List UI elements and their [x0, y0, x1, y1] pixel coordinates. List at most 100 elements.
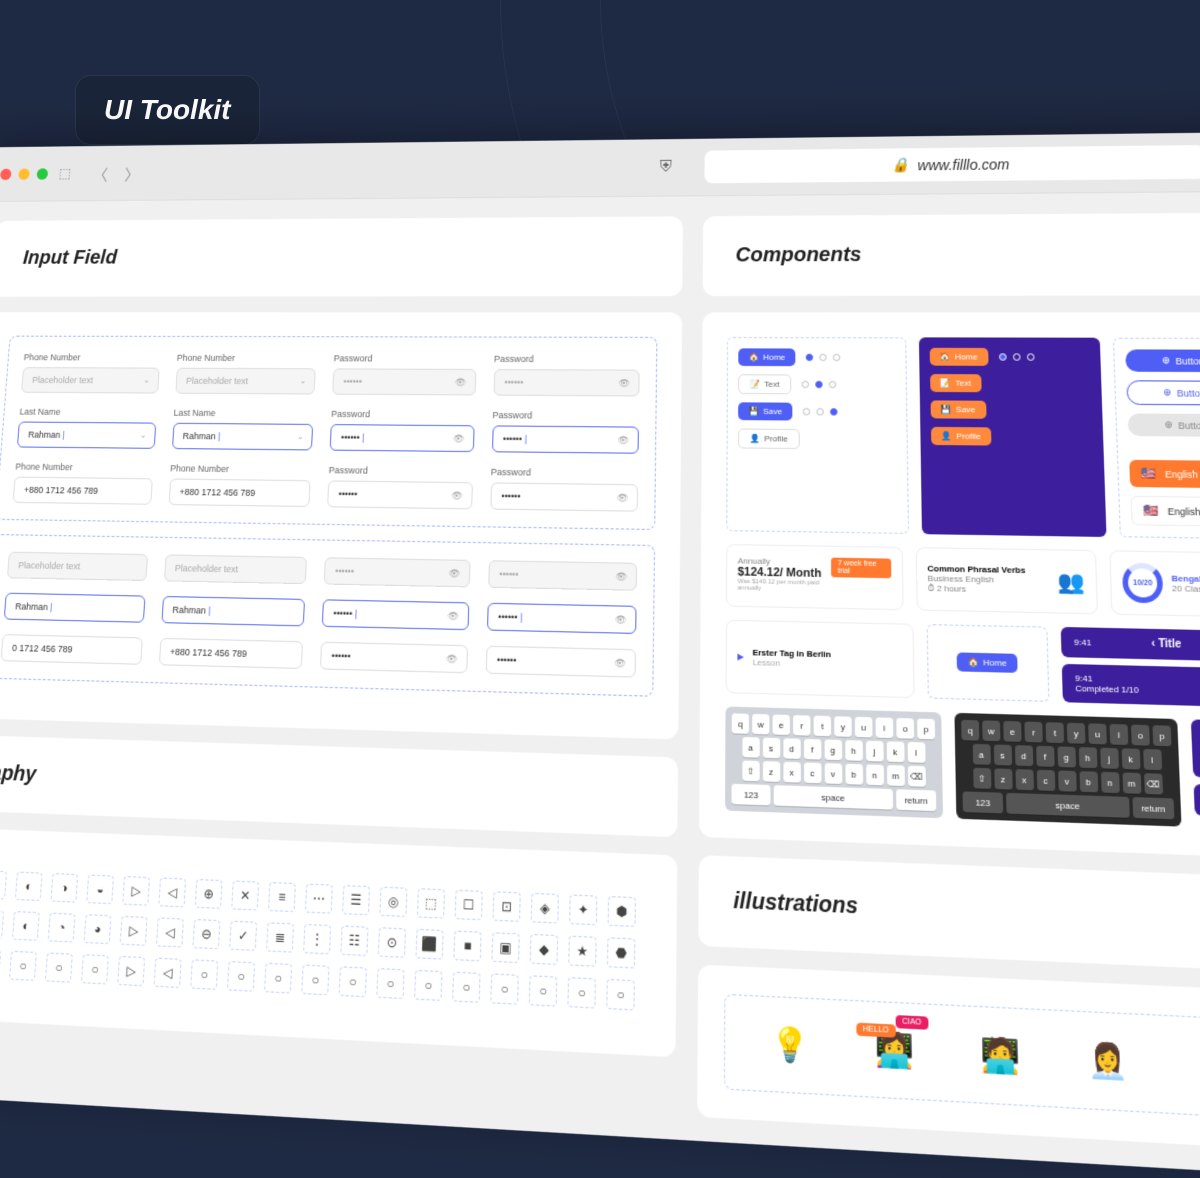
- keyboard-key[interactable]: d: [1014, 745, 1032, 766]
- home-chip[interactable]: 🏠 Home: [738, 348, 795, 366]
- keyboard-key[interactable]: v: [824, 763, 842, 784]
- text-input[interactable]: ••••••👁: [320, 642, 468, 674]
- keyboard-key[interactable]: n: [1100, 772, 1119, 793]
- event-card[interactable]: ▶ Erster Tag in Berlin Lesson: [726, 620, 915, 699]
- text-input[interactable]: Placeholder text: [7, 552, 148, 581]
- outline-button[interactable]: ⊕ Button: [1127, 380, 1200, 405]
- text-input[interactable]: ••••••👁: [332, 368, 476, 395]
- text-input[interactable]: ••••••👁: [493, 369, 640, 396]
- keyboard-key[interactable]: z: [994, 768, 1012, 789]
- keyboard-key[interactable]: f: [1036, 746, 1054, 767]
- keyboard-key[interactable]: b: [1079, 771, 1098, 792]
- eye-icon[interactable]: 👁: [449, 568, 461, 580]
- text-input[interactable]: •••••• |👁: [330, 424, 475, 452]
- keyboard-key[interactable]: b: [845, 764, 863, 785]
- keyboard-key[interactable]: c: [1036, 770, 1055, 791]
- keyboard-key[interactable]: c: [804, 762, 821, 783]
- text-input[interactable]: •••••• |👁: [486, 603, 636, 634]
- keyboard-key[interactable]: j: [1100, 748, 1119, 769]
- keyboard-key[interactable]: ⇧: [973, 768, 991, 789]
- keyboard-key[interactable]: t: [1046, 722, 1064, 743]
- keyboard-key[interactable]: y: [834, 716, 852, 737]
- text-input[interactable]: Rahman |: [4, 593, 145, 623]
- back-icon[interactable]: 〈: [92, 161, 108, 184]
- eye-icon[interactable]: 👁: [451, 490, 463, 502]
- text-input[interactable]: +880 1712 456 789: [168, 478, 310, 507]
- keyboard-key[interactable]: q: [732, 713, 749, 734]
- chevron-down-icon[interactable]: ⌄: [297, 432, 304, 441]
- text-input[interactable]: ••••••👁: [327, 480, 472, 509]
- text-input[interactable]: Placeholder text⌄: [21, 367, 159, 393]
- profile-chip-dark[interactable]: 👤 Profile: [931, 427, 992, 446]
- keyboard-key[interactable]: m: [886, 765, 904, 786]
- eye-icon[interactable]: 👁: [453, 433, 465, 444]
- keyboard-key[interactable]: e: [1003, 721, 1021, 742]
- eye-icon[interactable]: 👁: [447, 610, 459, 622]
- minimize-dot[interactable]: [18, 168, 30, 179]
- keyboard-key[interactable]: r: [1024, 722, 1042, 743]
- text-input[interactable]: +880 1712 456 789: [13, 477, 153, 505]
- text-input[interactable]: 0 1712 456 789: [1, 634, 143, 665]
- keyboard-key[interactable]: t: [814, 716, 831, 737]
- keyboard-dark[interactable]: qwertyuiop asdfghjkl ⇧zxcvbnm⌫ 123spacer…: [954, 713, 1181, 827]
- text-chip[interactable]: 📝 Text: [738, 374, 791, 394]
- maximize-dot[interactable]: [36, 168, 48, 179]
- keyboard-key[interactable]: v: [1058, 770, 1077, 791]
- chevron-down-icon[interactable]: ⌄: [300, 376, 307, 385]
- home-nav-chip[interactable]: 🏠 Home: [957, 652, 1018, 672]
- text-input[interactable]: Rahman |⌄: [171, 423, 313, 451]
- keyboard-key[interactable]: w: [982, 720, 1000, 741]
- keyboard-key[interactable]: o: [896, 718, 914, 739]
- text-input[interactable]: +880 1712 456 789: [158, 638, 303, 669]
- keyboard-key[interactable]: s: [993, 744, 1011, 765]
- eye-icon[interactable]: 👁: [455, 377, 467, 388]
- keyboard-key[interactable]: g: [824, 739, 842, 760]
- text-input[interactable]: ••••••👁: [488, 560, 637, 591]
- text-chip-dark[interactable]: 📝 Text: [930, 374, 982, 392]
- keyboard-key[interactable]: r: [793, 715, 810, 736]
- eye-icon[interactable]: 👁: [614, 657, 626, 669]
- keyboard-key[interactable]: p: [917, 719, 935, 740]
- keyboard-key[interactable]: n: [866, 764, 884, 785]
- keyboard-key[interactable]: u: [855, 717, 873, 738]
- text-input[interactable]: Placeholder text⌄: [175, 368, 316, 395]
- keyboard-key[interactable]: i: [876, 717, 894, 738]
- keyboard-key[interactable]: m: [1122, 772, 1141, 793]
- keyboard-key[interactable]: x: [783, 762, 800, 783]
- text-input[interactable]: ••••••👁: [490, 482, 638, 511]
- keyboard-light[interactable]: qwertyuiop asdfghjkl ⇧zxcvbnm⌫ 123spacer…: [725, 706, 943, 818]
- eye-icon[interactable]: 👁: [616, 571, 628, 583]
- forward-icon[interactable]: 〉: [124, 161, 140, 184]
- pricing-card[interactable]: Annually $124.12/ Month Was $149.12 per …: [726, 544, 903, 610]
- keyboard-key[interactable]: d: [783, 738, 800, 759]
- keyboard-key[interactable]: s: [762, 738, 779, 759]
- keyboard-key[interactable]: y: [1067, 723, 1086, 744]
- text-input[interactable]: •••••• |👁: [491, 425, 638, 453]
- sidebar-toggle-icon[interactable]: ⬚: [58, 165, 71, 181]
- keyboard-key[interactable]: q: [961, 720, 979, 741]
- url-bar[interactable]: 🔒 www.filllo.com: [704, 145, 1200, 183]
- lang-option[interactable]: 🇺🇸English: [1131, 496, 1200, 527]
- keyboard-key[interactable]: z: [762, 761, 779, 782]
- text-input[interactable]: Placeholder text: [163, 554, 307, 584]
- text-input[interactable]: •••••• |👁: [322, 599, 469, 630]
- course-card[interactable]: Common Phrasal Verbs Business English ⏱ …: [915, 547, 1098, 614]
- primary-button[interactable]: ⊕ Button: [1125, 349, 1200, 372]
- keyboard-key[interactable]: a: [742, 737, 759, 758]
- keyboard-key[interactable]: a: [972, 744, 990, 765]
- keyboard-key[interactable]: k: [1121, 748, 1140, 769]
- eye-icon[interactable]: 👁: [617, 492, 629, 504]
- chevron-down-icon[interactable]: ⌄: [143, 376, 150, 385]
- keyboard-key[interactable]: h: [1078, 747, 1097, 768]
- lang-selected[interactable]: 🇺🇸English: [1129, 460, 1200, 489]
- keyboard-key[interactable]: ⌫: [907, 766, 925, 787]
- save-chip[interactable]: 💾 Save: [738, 402, 792, 420]
- text-input[interactable]: Rahman |⌄: [17, 422, 156, 449]
- keyboard-key[interactable]: f: [803, 739, 820, 760]
- profile-chip[interactable]: 👤 Profile: [738, 428, 799, 449]
- keyboard-key[interactable]: l: [907, 742, 925, 763]
- text-input[interactable]: ••••••👁: [485, 646, 636, 678]
- keyboard-key[interactable]: o: [1131, 725, 1150, 746]
- keyboard-key[interactable]: p: [1152, 725, 1171, 746]
- keyboard-key[interactable]: e: [773, 714, 790, 735]
